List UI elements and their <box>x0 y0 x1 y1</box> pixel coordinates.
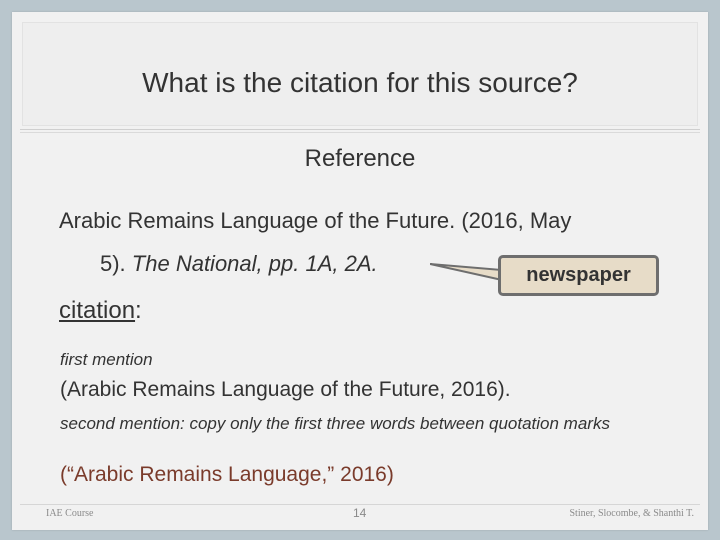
footer-authors: Stiner, Slocombe, & Shanthi T. <box>569 508 694 519</box>
footer-divider <box>20 504 700 505</box>
first-mention-citation: (Arabic Remains Language of the Future, … <box>60 378 511 401</box>
citation-label-word: citation <box>59 297 136 324</box>
citation-label: citation: <box>59 297 142 325</box>
second-mention-label: second mention: copy only the first thre… <box>60 414 610 433</box>
reference-heading: Reference <box>304 145 416 172</box>
reference-line-1: Arabic Remains Language of the Future. (… <box>59 208 572 233</box>
reference-line-2-prefix: 5). <box>100 251 132 276</box>
slide-title: What is the citation for this source? <box>142 67 578 98</box>
title-divider <box>20 129 700 130</box>
reference-line-2: 5). The National, pp. 1A, 2A. <box>100 251 378 277</box>
footer-page-number: 14 <box>353 506 367 520</box>
first-mention-label: first mention <box>60 350 153 369</box>
footer-course: IAE Course <box>46 508 94 519</box>
slide: What is the citation for this source? Re… <box>12 12 708 530</box>
citation-label-colon: : <box>135 297 142 324</box>
second-mention-citation: (“Arabic Remains Language,” 2016) <box>60 463 394 486</box>
title-divider-secondary <box>20 132 700 133</box>
reference-line-2-source: The National, pp. 1A, 2A. <box>131 251 378 276</box>
newspaper-callout: newspaper <box>498 255 659 296</box>
title-box: What is the citation for this source? <box>22 22 698 126</box>
